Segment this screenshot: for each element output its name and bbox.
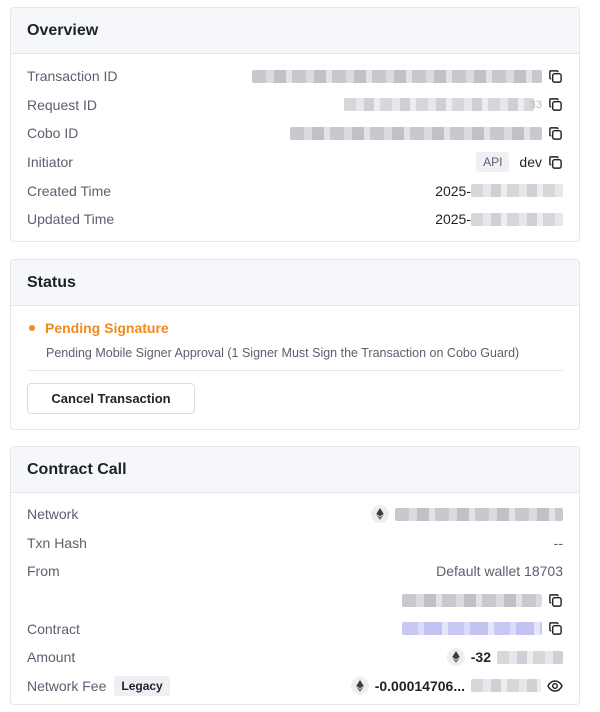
network-fee-row: Network Fee Legacy -0.00014706...: [11, 672, 579, 701]
amount-label: Amount: [27, 649, 76, 666]
contract-call-card: Contract Call Network Txn Hash -- From D…: [10, 446, 580, 705]
request-id-suffix: 33: [529, 98, 542, 111]
cobo-id-label: Cobo ID: [27, 125, 79, 142]
from-row: From Default wallet 18703: [11, 557, 579, 586]
from-value: Default wallet 18703: [436, 563, 563, 580]
updated-time-label: Updated Time: [27, 211, 115, 228]
initiator-badge: API: [476, 152, 510, 173]
overview-title: Overview: [27, 21, 99, 39]
cobo-id-row: Cobo ID: [11, 119, 579, 148]
created-time-value: 2025-: [435, 182, 471, 199]
overview-card: Overview Transaction ID Request ID 33 Co…: [10, 7, 580, 242]
from-address-row: [11, 586, 579, 615]
status-state-line: Pending Signature: [11, 320, 579, 336]
network-value: [395, 507, 563, 521]
contract-address-link[interactable]: [402, 622, 542, 636]
status-header: Status: [11, 260, 579, 306]
txn-hash-label: Txn Hash: [27, 534, 87, 551]
amount-redacted: [497, 650, 563, 664]
network-fee-redacted: [471, 679, 541, 693]
status-state: Pending Signature: [45, 320, 169, 336]
network-fee-value: -0.00014706...: [374, 677, 465, 694]
initiator-row: Initiator API dev: [11, 148, 579, 177]
txn-hash-row: Txn Hash --: [11, 529, 579, 558]
status-divider: [27, 370, 563, 371]
network-row: Network: [11, 500, 579, 529]
eth-icon: [371, 505, 389, 524]
eth-icon: [350, 676, 369, 695]
transaction-id-value: [252, 69, 542, 83]
legacy-badge: Legacy: [114, 675, 170, 696]
updated-time-value: 2025-: [435, 211, 471, 228]
eye-icon[interactable]: [547, 678, 563, 694]
copy-icon[interactable]: [548, 69, 563, 84]
amount-row: Amount -32: [11, 643, 579, 672]
updated-time-row: Updated Time 2025-: [11, 205, 579, 234]
request-id-label: Request ID: [27, 96, 98, 113]
request-id-row: Request ID 33: [11, 91, 579, 120]
network-label: Network: [27, 506, 79, 523]
overview-header: Overview: [11, 8, 579, 54]
created-time-redacted: [471, 184, 563, 198]
status-description: Pending Mobile Signer Approval (1 Signer…: [46, 346, 520, 360]
request-id-value: [343, 98, 534, 112]
transaction-id-label: Transaction ID: [27, 68, 118, 85]
copy-icon[interactable]: [548, 126, 563, 141]
contract-label: Contract: [27, 620, 80, 637]
txn-hash-value: --: [553, 534, 563, 551]
copy-icon[interactable]: [548, 155, 563, 170]
transaction-id-row: Transaction ID: [11, 62, 579, 91]
status-card: Status Pending Signature Pending Mobile …: [10, 259, 580, 430]
from-label: From: [27, 563, 60, 580]
network-fee-label: Network Fee: [27, 677, 107, 694]
status-dot-icon: [29, 325, 35, 331]
copy-icon[interactable]: [548, 621, 563, 636]
copy-icon[interactable]: [548, 97, 563, 112]
initiator-value: dev: [519, 154, 542, 171]
cancel-transaction-button[interactable]: Cancel Transaction: [27, 383, 195, 414]
initiator-label: Initiator: [27, 154, 73, 171]
updated-time-redacted: [471, 212, 563, 226]
created-time-label: Created Time: [27, 182, 112, 199]
amount-value: -32: [470, 649, 491, 666]
copy-icon[interactable]: [548, 593, 563, 608]
status-title: Status: [27, 273, 76, 291]
contract-row: Contract: [11, 614, 579, 643]
contract-call-title: Contract Call: [27, 460, 127, 478]
eth-icon: [446, 648, 465, 667]
created-time-row: Created Time 2025-: [11, 176, 579, 205]
cobo-id-value: [290, 126, 542, 140]
from-address-value: [402, 593, 542, 607]
contract-call-header: Contract Call: [11, 447, 579, 493]
